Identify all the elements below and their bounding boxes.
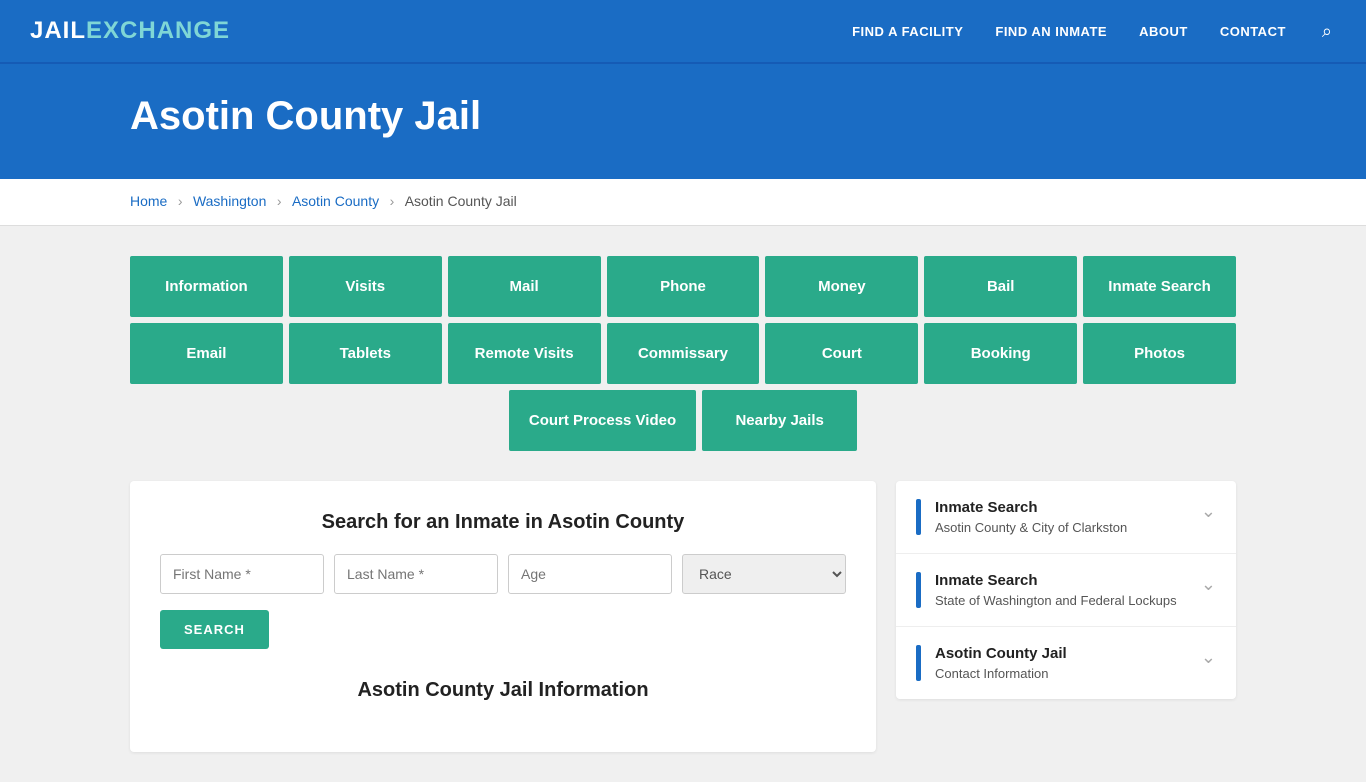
nav-buttons-row1: Information Visits Mail Phone Money Bail…: [130, 256, 1236, 317]
btn-court[interactable]: Court: [765, 323, 918, 384]
nav-about[interactable]: ABOUT: [1139, 24, 1188, 39]
breadcrumb: Home › Washington › Asotin County › Asot…: [0, 179, 1366, 226]
sidebar: Inmate Search Asotin County & City of Cl…: [896, 481, 1236, 699]
chevron-down-icon-0: ⌄: [1201, 501, 1216, 522]
search-title: Search for an Inmate in Asotin County: [160, 511, 846, 534]
sidebar-accent-bar-2: [916, 645, 921, 681]
breadcrumb-asotin-county[interactable]: Asotin County: [292, 193, 379, 209]
age-input[interactable]: [508, 554, 672, 594]
hero-section: Asotin County Jail: [0, 64, 1366, 179]
sidebar-text-1: Inmate Search State of Washington and Fe…: [935, 572, 1177, 608]
nav-find-inmate[interactable]: FIND AN INMATE: [995, 24, 1107, 39]
breadcrumb-current: Asotin County Jail: [405, 193, 517, 209]
sidebar-title-0: Inmate Search: [935, 499, 1127, 516]
breadcrumb-sep-2: ›: [277, 193, 282, 209]
sidebar-accent-bar-1: [916, 572, 921, 608]
nav-contact[interactable]: CONTACT: [1220, 24, 1286, 39]
btn-court-process-video[interactable]: Court Process Video: [509, 390, 696, 451]
btn-nearby-jails[interactable]: Nearby Jails: [702, 390, 857, 451]
btn-remote-visits[interactable]: Remote Visits: [448, 323, 601, 384]
section-title: Asotin County Jail Information: [160, 679, 846, 702]
last-name-input[interactable]: [334, 554, 498, 594]
search-fields: Race: [160, 554, 846, 594]
chevron-down-icon-2: ⌄: [1201, 647, 1216, 668]
sidebar-inner-1: Inmate Search State of Washington and Fe…: [916, 572, 1191, 608]
btn-bail[interactable]: Bail: [924, 256, 1077, 317]
breadcrumb-sep-1: ›: [178, 193, 183, 209]
navbar: JAILEXCHANGE FIND A FACILITY FIND AN INM…: [0, 0, 1366, 64]
btn-mail[interactable]: Mail: [448, 256, 601, 317]
btn-phone[interactable]: Phone: [607, 256, 760, 317]
sidebar-text-2: Asotin County Jail Contact Information: [935, 645, 1067, 681]
sidebar-sub-0: Asotin County & City of Clarkston: [935, 520, 1127, 535]
btn-photos[interactable]: Photos: [1083, 323, 1236, 384]
lower-section: Search for an Inmate in Asotin County Ra…: [130, 481, 1236, 752]
chevron-down-icon-1: ⌄: [1201, 574, 1216, 595]
breadcrumb-home[interactable]: Home: [130, 193, 167, 209]
breadcrumb-sep-3: ›: [390, 193, 395, 209]
nav-buttons-row2: Email Tablets Remote Visits Commissary C…: [130, 323, 1236, 384]
logo-jail: JAIL: [30, 17, 86, 45]
search-icon-button[interactable]: ⌕: [1318, 17, 1336, 46]
page-title: Asotin County Jail: [130, 94, 1336, 139]
btn-inmate-search[interactable]: Inmate Search: [1083, 256, 1236, 317]
sidebar-item-0[interactable]: Inmate Search Asotin County & City of Cl…: [896, 481, 1236, 554]
nav-buttons-row3: Court Process Video Nearby Jails: [130, 390, 1236, 451]
sidebar-inner-2: Asotin County Jail Contact Information: [916, 645, 1191, 681]
nav-links: FIND A FACILITY FIND AN INMATE ABOUT CON…: [852, 17, 1336, 46]
sidebar-item-2[interactable]: Asotin County Jail Contact Information ⌄: [896, 627, 1236, 699]
first-name-input[interactable]: [160, 554, 324, 594]
btn-commissary[interactable]: Commissary: [607, 323, 760, 384]
btn-information[interactable]: Information: [130, 256, 283, 317]
nav-find-facility[interactable]: FIND A FACILITY: [852, 24, 963, 39]
btn-tablets[interactable]: Tablets: [289, 323, 442, 384]
logo-exchange: EXCHANGE: [86, 17, 230, 45]
btn-email[interactable]: Email: [130, 323, 283, 384]
sidebar-inner-0: Inmate Search Asotin County & City of Cl…: [916, 499, 1191, 535]
sidebar-sub-1: State of Washington and Federal Lockups: [935, 593, 1177, 608]
search-button[interactable]: SEARCH: [160, 610, 269, 649]
btn-money[interactable]: Money: [765, 256, 918, 317]
site-logo[interactable]: JAILEXCHANGE: [30, 17, 230, 45]
sidebar-sub-2: Contact Information: [935, 666, 1067, 681]
search-panel: Search for an Inmate in Asotin County Ra…: [130, 481, 876, 752]
main-content: Information Visits Mail Phone Money Bail…: [0, 226, 1366, 782]
sidebar-text-0: Inmate Search Asotin County & City of Cl…: [935, 499, 1127, 535]
sidebar-accent-bar-0: [916, 499, 921, 535]
sidebar-title-2: Asotin County Jail: [935, 645, 1067, 662]
btn-booking[interactable]: Booking: [924, 323, 1077, 384]
btn-visits[interactable]: Visits: [289, 256, 442, 317]
race-select[interactable]: Race: [682, 554, 846, 594]
sidebar-item-1[interactable]: Inmate Search State of Washington and Fe…: [896, 554, 1236, 627]
sidebar-title-1: Inmate Search: [935, 572, 1177, 589]
breadcrumb-washington[interactable]: Washington: [193, 193, 266, 209]
